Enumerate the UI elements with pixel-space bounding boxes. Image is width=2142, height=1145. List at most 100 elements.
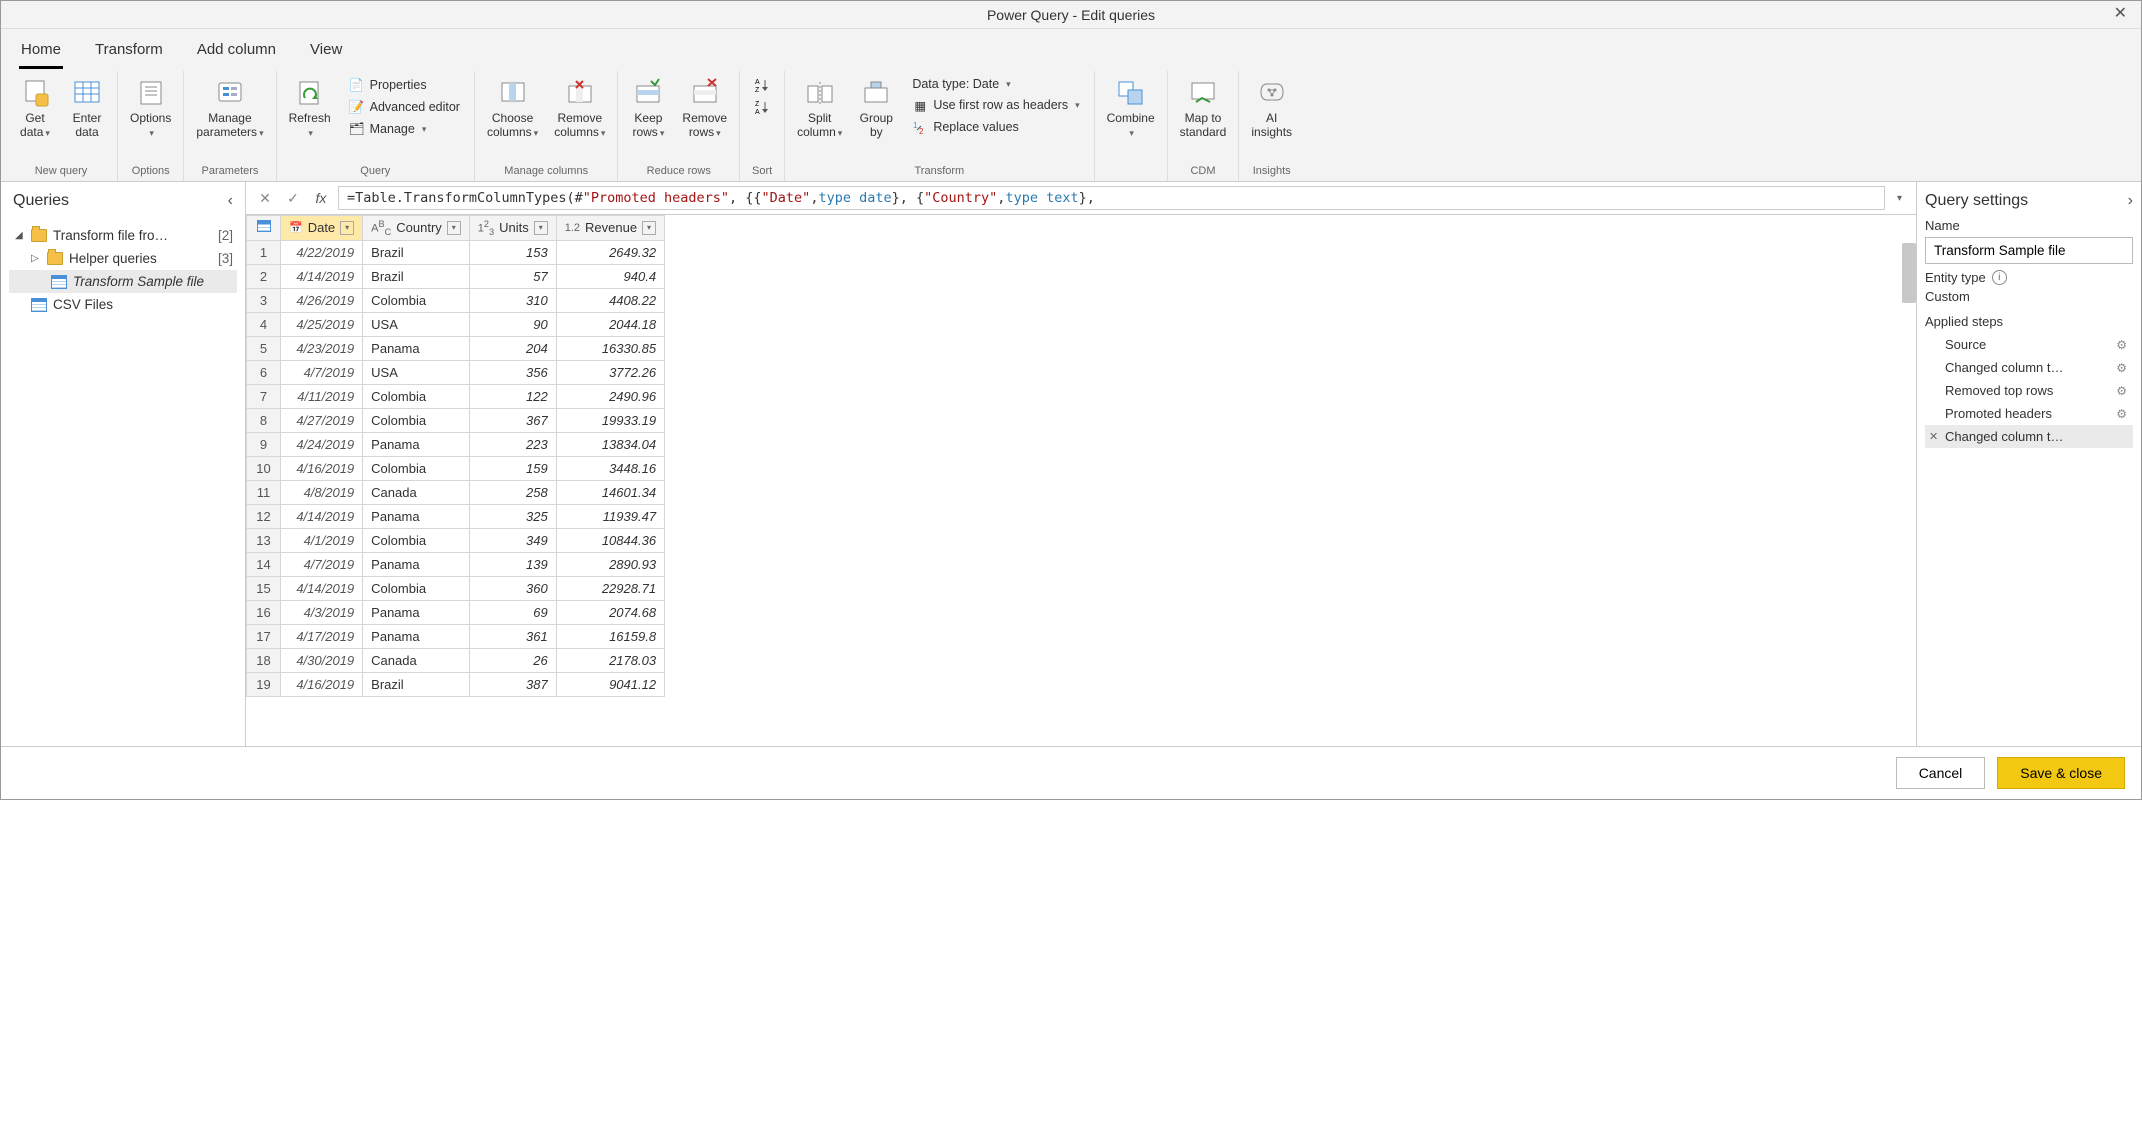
remove-rows-button[interactable]: Remove rows▾	[676, 73, 733, 144]
cell-revenue[interactable]: 2649.32	[556, 240, 664, 264]
cell-units[interactable]: 361	[469, 624, 556, 648]
cell-revenue[interactable]: 14601.34	[556, 480, 664, 504]
table-row[interactable]: 134/1/2019Colombia34910844.36	[247, 528, 665, 552]
row-number[interactable]: 13	[247, 528, 281, 552]
fx-icon[interactable]: fx	[310, 187, 332, 209]
cell-units[interactable]: 153	[469, 240, 556, 264]
enter-data-button[interactable]: Enter data	[63, 73, 111, 144]
cell-date[interactable]: 4/11/2019	[281, 384, 363, 408]
cell-date[interactable]: 4/26/2019	[281, 288, 363, 312]
cell-date[interactable]: 4/3/2019	[281, 600, 363, 624]
table-row[interactable]: 144/7/2019Panama1392890.93	[247, 552, 665, 576]
applied-step[interactable]: Removed top rows⚙	[1925, 379, 2133, 402]
cell-country[interactable]: USA	[363, 312, 470, 336]
row-number[interactable]: 1	[247, 240, 281, 264]
table-row[interactable]: 74/11/2019Colombia1222490.96	[247, 384, 665, 408]
tab-transform[interactable]: Transform	[93, 37, 165, 69]
cell-date[interactable]: 4/14/2019	[281, 504, 363, 528]
group-by-button[interactable]: Group by	[852, 73, 900, 144]
cell-revenue[interactable]: 11939.47	[556, 504, 664, 528]
corner-cell[interactable]	[247, 216, 281, 241]
info-icon[interactable]: i	[1992, 270, 2007, 285]
column-header[interactable]: 123Units▾	[469, 216, 556, 241]
cell-date[interactable]: 4/14/2019	[281, 576, 363, 600]
cell-units[interactable]: 258	[469, 480, 556, 504]
table-row[interactable]: 84/27/2019Colombia36719933.19	[247, 408, 665, 432]
row-number[interactable]: 8	[247, 408, 281, 432]
cell-country[interactable]: Panama	[363, 504, 470, 528]
cell-revenue[interactable]: 3772.26	[556, 360, 664, 384]
get-data-button[interactable]: Get data▾	[11, 73, 59, 144]
table-row[interactable]: 114/8/2019Canada25814601.34	[247, 480, 665, 504]
formula-cancel-icon[interactable]: ✕	[254, 187, 276, 209]
cell-country[interactable]: Colombia	[363, 384, 470, 408]
sort-desc-button[interactable]: ZA	[750, 97, 774, 117]
tab-home[interactable]: Home	[19, 37, 63, 69]
row-number[interactable]: 16	[247, 600, 281, 624]
remove-columns-button[interactable]: Remove columns▾	[548, 73, 611, 144]
cell-date[interactable]: 4/8/2019	[281, 480, 363, 504]
column-filter-icon[interactable]: ▾	[447, 221, 461, 235]
table-row[interactable]: 194/16/2019Brazil3879041.12	[247, 672, 665, 696]
table-row[interactable]: 34/26/2019Colombia3104408.22	[247, 288, 665, 312]
cell-units[interactable]: 325	[469, 504, 556, 528]
column-filter-icon[interactable]: ▾	[340, 221, 354, 235]
cell-country[interactable]: USA	[363, 360, 470, 384]
query-item[interactable]: ◢Transform file fro…[2]	[9, 224, 237, 247]
data-type-button[interactable]: Data type: Date ▾	[908, 75, 1083, 93]
cell-revenue[interactable]: 2490.96	[556, 384, 664, 408]
table-row[interactable]: 24/14/2019Brazil57940.4	[247, 264, 665, 288]
table-row[interactable]: 94/24/2019Panama22313834.04	[247, 432, 665, 456]
ai-insights-button[interactable]: AI insights	[1245, 73, 1298, 144]
scrollbar-thumb[interactable]	[1902, 243, 1916, 303]
applied-step[interactable]: Changed column t…⚙	[1925, 356, 2133, 379]
gear-icon[interactable]: ⚙	[2116, 361, 2127, 375]
column-filter-icon[interactable]: ▾	[642, 221, 656, 235]
cell-country[interactable]: Colombia	[363, 528, 470, 552]
cell-country[interactable]: Panama	[363, 624, 470, 648]
tab-view[interactable]: View	[308, 37, 344, 69]
cell-country[interactable]: Canada	[363, 648, 470, 672]
refresh-button[interactable]: Refresh▾	[283, 73, 337, 144]
row-number[interactable]: 7	[247, 384, 281, 408]
choose-columns-button[interactable]: Choose columns▾	[481, 73, 544, 144]
cancel-button[interactable]: Cancel	[1896, 757, 1986, 789]
cell-country[interactable]: Panama	[363, 600, 470, 624]
map-to-standard-button[interactable]: Map to standard	[1174, 73, 1233, 144]
row-number[interactable]: 3	[247, 288, 281, 312]
applied-step[interactable]: Source⚙	[1925, 333, 2133, 356]
cell-revenue[interactable]: 10844.36	[556, 528, 664, 552]
collapse-settings-icon[interactable]: ›	[2128, 192, 2133, 210]
applied-step[interactable]: Changed column t…	[1925, 425, 2133, 448]
collapse-queries-icon[interactable]: ‹	[228, 192, 233, 210]
cell-units[interactable]: 57	[469, 264, 556, 288]
cell-revenue[interactable]: 2074.68	[556, 600, 664, 624]
column-header[interactable]: 1.2Revenue▾	[556, 216, 664, 241]
table-row[interactable]: 54/23/2019Panama20416330.85	[247, 336, 665, 360]
cell-revenue[interactable]: 19933.19	[556, 408, 664, 432]
row-number[interactable]: 18	[247, 648, 281, 672]
cell-revenue[interactable]: 22928.71	[556, 576, 664, 600]
cell-date[interactable]: 4/30/2019	[281, 648, 363, 672]
options-button[interactable]: Options▾	[124, 73, 177, 144]
cell-revenue[interactable]: 9041.12	[556, 672, 664, 696]
cell-date[interactable]: 4/7/2019	[281, 360, 363, 384]
column-header[interactable]: ABCCountry▾	[363, 216, 470, 241]
cell-revenue[interactable]: 3448.16	[556, 456, 664, 480]
cell-date[interactable]: 4/22/2019	[281, 240, 363, 264]
cell-revenue[interactable]: 16330.85	[556, 336, 664, 360]
cell-revenue[interactable]: 4408.22	[556, 288, 664, 312]
cell-units[interactable]: 387	[469, 672, 556, 696]
cell-date[interactable]: 4/1/2019	[281, 528, 363, 552]
cell-country[interactable]: Colombia	[363, 408, 470, 432]
cell-date[interactable]: 4/17/2019	[281, 624, 363, 648]
cell-country[interactable]: Colombia	[363, 288, 470, 312]
query-name-input[interactable]	[1925, 237, 2133, 264]
cell-date[interactable]: 4/16/2019	[281, 672, 363, 696]
cell-revenue[interactable]: 2178.03	[556, 648, 664, 672]
gear-icon[interactable]: ⚙	[2116, 338, 2127, 352]
cell-revenue[interactable]: 2890.93	[556, 552, 664, 576]
combine-button[interactable]: Combine▾	[1101, 73, 1161, 144]
formula-input[interactable]: = Table.TransformColumnTypes(# "Promoted…	[338, 186, 1885, 210]
table-row[interactable]: 164/3/2019Panama692074.68	[247, 600, 665, 624]
